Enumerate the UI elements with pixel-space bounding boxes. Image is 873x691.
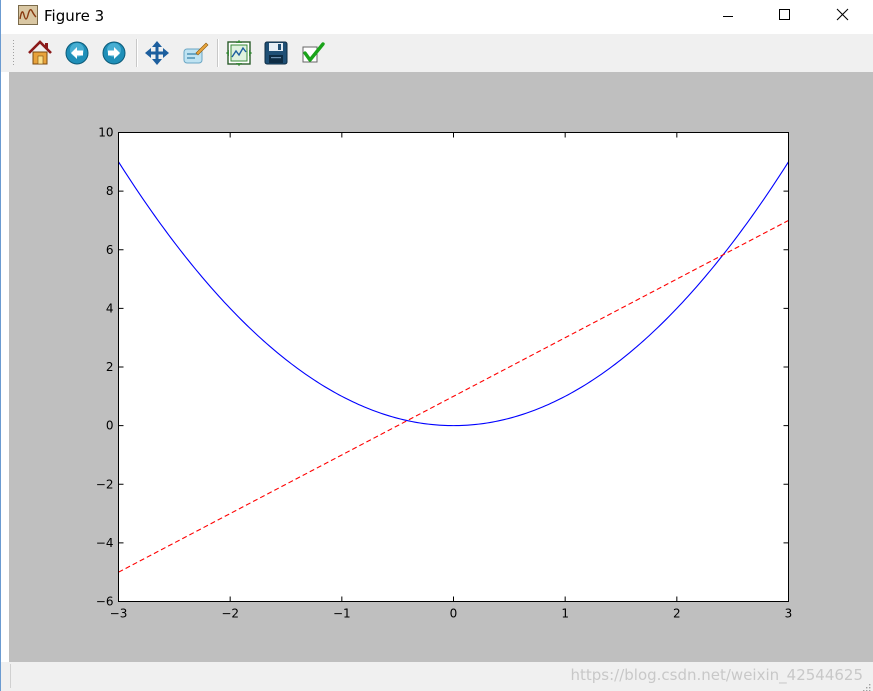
home-icon (28, 40, 52, 65)
x-tick-label: −1 (333, 607, 351, 621)
y-tick-label: 0 (106, 419, 114, 433)
x-tick-label: 2 (673, 607, 681, 621)
x-tick-label: −2 (221, 607, 239, 621)
toolbar-separator (136, 39, 138, 67)
window-title: Figure 3 (44, 7, 105, 25)
arrow-right-icon (102, 41, 126, 65)
y-tick-label: −4 (96, 536, 114, 550)
matplotlib-figure-icon (18, 5, 38, 25)
status-bar: https://blog.csdn.net/weixin_42544625 (1, 662, 873, 691)
navigation-toolbar (1, 34, 873, 72)
save-button[interactable] (262, 39, 290, 67)
y-tick-label: 2 (106, 360, 114, 374)
maximize-button[interactable] (761, 0, 807, 32)
y-tick-label: −2 (96, 477, 114, 491)
watermark-text: https://blog.csdn.net/weixin_42544625 (570, 666, 863, 684)
back-button[interactable] (63, 39, 91, 67)
zoom-rect-icon (183, 42, 209, 64)
move-arrows-icon (145, 41, 169, 65)
y-tick-label: 8 (106, 184, 114, 198)
plot-svg: −3 −2 −1 0 1 2 3 −6 −4 −2 0 2 4 6 8 10 (96, 126, 793, 621)
subplots-icon (226, 40, 252, 66)
forward-button[interactable] (100, 39, 128, 67)
x-tick-label: 3 (785, 607, 793, 621)
x-tick-label: 1 (561, 607, 569, 621)
toolbar-separator (217, 39, 219, 67)
y-tick-label: −6 (96, 595, 114, 609)
close-icon (836, 8, 849, 21)
x-tick-label: 0 (450, 607, 458, 621)
floppy-disk-icon (264, 41, 288, 65)
y-tick-label: 4 (106, 301, 114, 315)
figure-window: Figure 3 −3 −2 −1 0 1 2 3 −6 −4 −2 0 2 4… (0, 0, 873, 691)
x-tick-label: −3 (110, 607, 128, 621)
y-tick-label: 10 (98, 126, 113, 140)
home-button[interactable] (26, 39, 54, 67)
subplots-button[interactable] (225, 39, 253, 67)
minimize-button[interactable] (705, 0, 751, 32)
axes-background (118, 132, 789, 602)
checkmark-icon (302, 42, 325, 63)
zoom-button[interactable] (181, 39, 209, 67)
resize-grip-icon[interactable] (861, 679, 871, 691)
y-tick-label: 6 (106, 243, 114, 257)
arrow-left-icon (65, 41, 89, 65)
toolbar-grip[interactable] (12, 38, 15, 68)
figure-canvas[interactable]: −3 −2 −1 0 1 2 3 −6 −4 −2 0 2 4 6 8 10 (9, 72, 873, 662)
title-bar[interactable]: Figure 3 (1, 0, 873, 34)
edit-button[interactable] (299, 39, 327, 67)
pan-button[interactable] (143, 39, 171, 67)
maximize-icon (779, 9, 790, 20)
close-button[interactable] (819, 0, 865, 32)
